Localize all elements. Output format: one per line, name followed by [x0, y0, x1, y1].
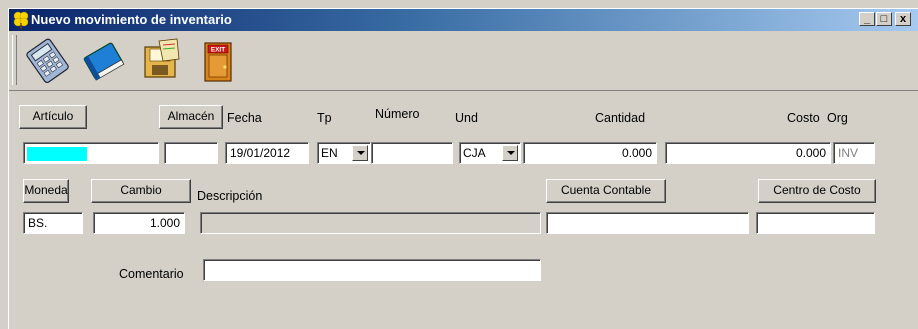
- chevron-down-icon[interactable]: [502, 145, 518, 161]
- calculator-icon[interactable]: [25, 37, 69, 83]
- cuenta-contable-button[interactable]: Cuenta Contable: [546, 179, 666, 203]
- fecha-field[interactable]: 19/01/2012: [225, 142, 309, 164]
- almacen-field[interactable]: [164, 142, 218, 164]
- articulo-highlight: [27, 146, 87, 161]
- descripcion-label: Descripción: [197, 189, 263, 203]
- centro-costo-button[interactable]: Centro de Costo: [758, 179, 876, 203]
- numero-field[interactable]: [371, 142, 453, 164]
- costo-field[interactable]: 0.000: [665, 142, 831, 164]
- chevron-down-icon[interactable]: [352, 145, 368, 161]
- cambio-field[interactable]: 1.000: [93, 212, 185, 234]
- toolbar-grip[interactable]: [12, 35, 17, 85]
- tp-value: EN: [321, 146, 338, 160]
- clover-icon: [13, 11, 29, 29]
- book-icon[interactable]: [81, 37, 125, 83]
- toolbar: EXIT: [9, 31, 918, 91]
- costo-label: Costo: [787, 111, 820, 125]
- tp-label: Tp: [317, 111, 332, 125]
- und-value: CJA: [463, 146, 486, 160]
- cantidad-label: Cantidad: [595, 111, 646, 125]
- save-icon[interactable]: [139, 37, 183, 83]
- und-label: Und: [455, 111, 478, 125]
- tp-select[interactable]: EN: [317, 142, 371, 164]
- descripcion-field: [200, 212, 541, 234]
- org-label: Org: [827, 111, 848, 125]
- numero-label: Número: [375, 107, 420, 121]
- window-title: Nuevo movimiento de inventario: [31, 12, 232, 27]
- comentario-label: Comentario: [119, 267, 184, 281]
- inventory-movement-window: Nuevo movimiento de inventario _ □ x EXI…: [8, 8, 918, 329]
- cantidad-field[interactable]: 0.000: [523, 142, 657, 164]
- comentario-field[interactable]: [203, 259, 541, 281]
- articulo-button[interactable]: Artículo: [19, 105, 87, 129]
- org-field: INV: [833, 142, 875, 164]
- cuenta-contable-field[interactable]: [546, 212, 749, 234]
- maximize-button[interactable]: □: [876, 12, 892, 26]
- cambio-button[interactable]: Cambio: [91, 179, 191, 203]
- und-select[interactable]: CJA: [459, 142, 521, 164]
- close-button[interactable]: x: [895, 12, 911, 26]
- fecha-label: Fecha: [227, 111, 262, 125]
- articulo-field[interactable]: [23, 142, 159, 164]
- centro-costo-field[interactable]: [756, 212, 875, 234]
- minimize-button[interactable]: _: [859, 12, 875, 26]
- moneda-field[interactable]: BS.: [23, 212, 83, 234]
- exit-door-icon[interactable]: EXIT: [197, 37, 241, 83]
- almacen-button[interactable]: Almacén: [159, 105, 223, 129]
- title-bar[interactable]: Nuevo movimiento de inventario _ □ x: [9, 9, 918, 31]
- moneda-button[interactable]: Moneda: [23, 179, 69, 203]
- exit-sign-text: EXIT: [211, 47, 225, 54]
